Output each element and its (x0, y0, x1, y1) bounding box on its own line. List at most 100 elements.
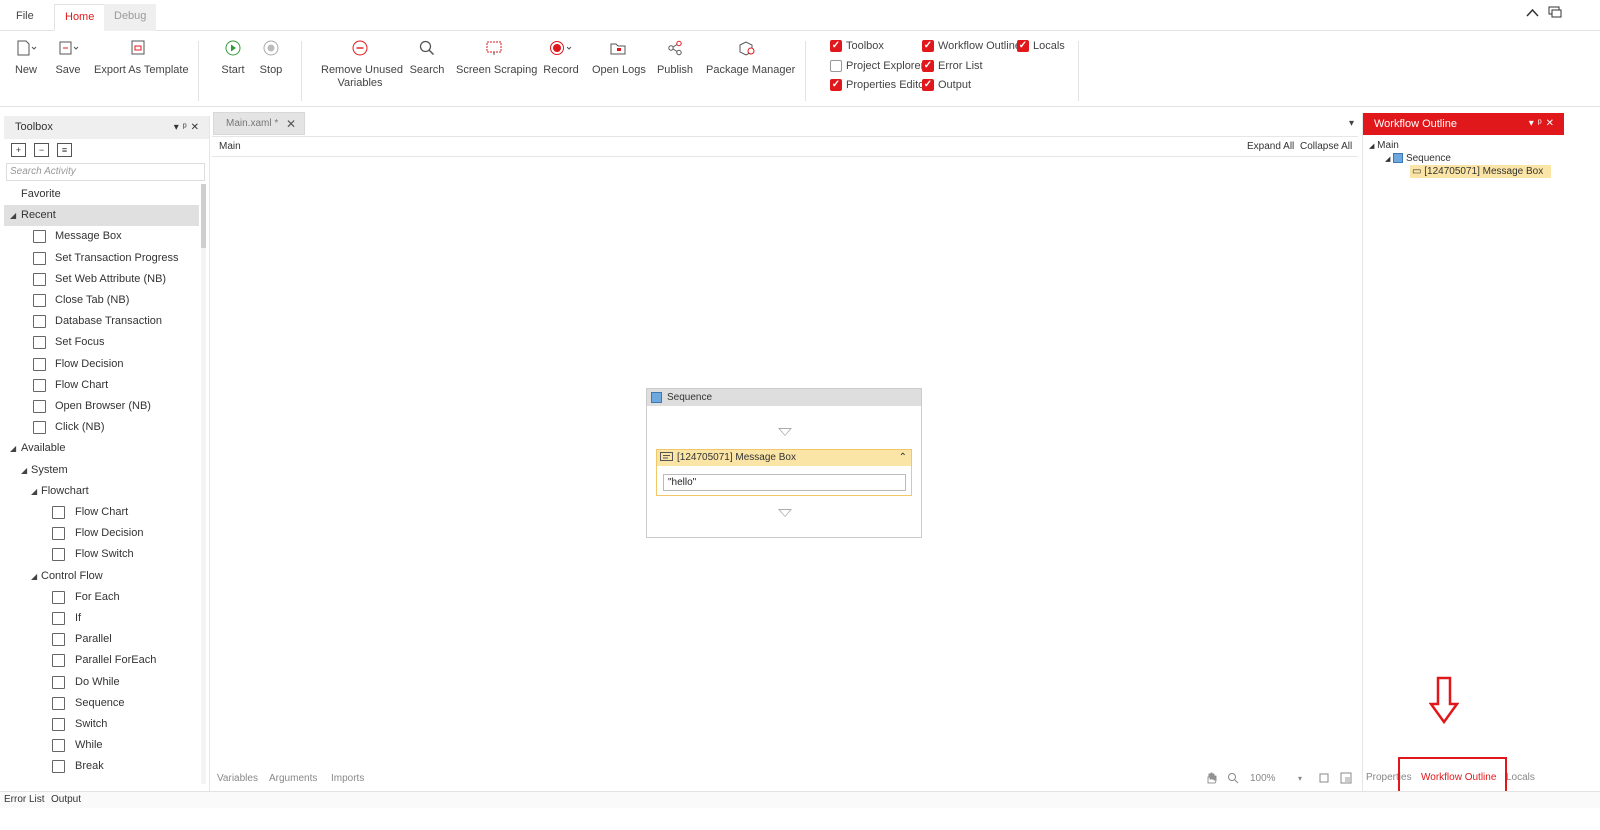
package-manager-button[interactable]: Package Manager (706, 37, 795, 77)
tree-item-control-flow-activity[interactable]: Do While (4, 672, 199, 693)
expand-all-link[interactable]: Expand All (1247, 137, 1294, 157)
toolbox-scrollbar[interactable] (201, 184, 206, 784)
tree-item-flowchart-activity[interactable]: Flow Decision (4, 523, 199, 544)
tab-file[interactable]: File (6, 4, 44, 31)
record-button[interactable]: Record (543, 37, 579, 77)
tab-home[interactable]: Home (54, 4, 106, 31)
expand-triangle-icon[interactable]: ◢ (31, 481, 37, 502)
tree-item-control-flow-activity[interactable]: While (4, 735, 199, 756)
fit-to-screen-icon[interactable] (1318, 768, 1330, 790)
zoom-icon[interactable] (1227, 768, 1239, 790)
tree-item-recent[interactable]: ◢ Recent (4, 205, 199, 227)
hand-pan-icon[interactable] (1205, 768, 1217, 790)
remove-unused-variables-button[interactable]: Remove Unused Variables (321, 37, 403, 90)
drop-target-arrow-icon[interactable] (778, 428, 792, 436)
tree-item-recent-activity[interactable]: Flow Decision (4, 354, 199, 375)
output-tab[interactable]: Output (51, 792, 81, 808)
pin-icon[interactable]: ᵖ (183, 122, 191, 133)
variables-tab[interactable]: Variables (217, 768, 258, 790)
tree-item-control-flow-activity[interactable]: Parallel (4, 629, 199, 650)
message-box-header[interactable]: [124705071] Message Box ⌃ (657, 450, 911, 466)
tree-item-recent-activity[interactable]: Click (NB) (4, 417, 199, 438)
dropdown-icon[interactable]: ▾ (1529, 118, 1538, 129)
sequence-activity[interactable]: Sequence [124705071] Message Box ⌃ "hell… (646, 388, 922, 538)
outline-item-main[interactable]: ◢ Main (1369, 139, 1399, 152)
tree-item-recent-activity[interactable]: Set Transaction Progress (4, 248, 199, 269)
tree-item-recent-activity[interactable]: Flow Chart (4, 375, 199, 396)
tree-item-flowchart[interactable]: ◢ Flowchart (4, 481, 199, 502)
search-button[interactable]: Search (409, 37, 445, 77)
toolbox-checkbox[interactable]: Toolbox (830, 40, 884, 52)
expand-triangle-icon[interactable]: ◢ (1385, 156, 1390, 163)
breadcrumb[interactable]: Main (219, 137, 241, 157)
dropdown-icon[interactable]: ▾ (174, 122, 183, 133)
tree-item-control-flow-activity[interactable]: If (4, 608, 199, 629)
chevron-up-icon[interactable] (1526, 6, 1539, 21)
zoom-dropdown-icon[interactable]: ▾ (1298, 768, 1302, 790)
locals-checkbox[interactable]: Locals (1017, 40, 1065, 52)
screen-scraping-button[interactable]: Screen Scraping (456, 37, 537, 77)
tree-item-recent-activity[interactable]: Set Web Attribute (NB) (4, 269, 199, 290)
collapse-all-icon[interactable]: − (34, 143, 49, 157)
expand-all-icon[interactable]: + (11, 143, 26, 157)
error-list-checkbox[interactable]: Error List (922, 60, 983, 72)
collapse-all-link[interactable]: Collapse All (1300, 137, 1352, 157)
publish-button[interactable]: Publish (656, 37, 694, 77)
list-view-icon[interactable]: ≡ (57, 143, 72, 157)
tree-item-recent-activity[interactable]: Database Transaction (4, 311, 199, 332)
expand-triangle-icon[interactable]: ◢ (31, 566, 37, 587)
properties-editor-checkbox[interactable]: Properties Editor (830, 79, 928, 91)
sequence-header[interactable]: Sequence (647, 389, 921, 406)
zoom-level[interactable]: 100% (1250, 768, 1276, 790)
message-text-input[interactable]: "hello" (663, 474, 906, 491)
tree-item-system[interactable]: ◢ System (4, 460, 199, 481)
feedback-icon[interactable] (1548, 6, 1562, 22)
stop-button[interactable]: Stop (256, 37, 286, 77)
expand-triangle-icon[interactable]: ◢ (10, 205, 16, 226)
output-checkbox[interactable]: Output (922, 79, 971, 91)
tree-item-flowchart-activity[interactable]: Flow Switch (4, 544, 199, 565)
tree-item-recent-activity[interactable]: Message Box (4, 226, 199, 247)
workflow-outline-checkbox[interactable]: Workflow Outline (922, 40, 1021, 52)
outline-item-sequence[interactable]: ◢ Sequence (1385, 152, 1451, 165)
error-list-tab[interactable]: Error List (4, 792, 45, 808)
project-explorer-checkbox[interactable]: Project Explorer (830, 60, 924, 72)
pin-icon[interactable]: ᵖ (1538, 118, 1546, 129)
document-tab[interactable]: Main.xaml * ✕ (213, 112, 305, 135)
expand-triangle-icon[interactable]: ◢ (21, 460, 27, 481)
export-template-button[interactable]: Export As Template (94, 37, 189, 77)
arguments-tab[interactable]: Arguments (269, 768, 317, 790)
search-activity-input[interactable]: Search Activity (6, 163, 205, 181)
tree-item-recent-activity[interactable]: Close Tab (NB) (4, 290, 199, 311)
expand-triangle-icon[interactable]: ◢ (1369, 143, 1374, 150)
tree-item-control-flow-activity[interactable]: Break (4, 756, 199, 777)
overview-icon[interactable] (1340, 768, 1352, 790)
collapse-chevron-icon[interactable]: ⌃ (899, 450, 907, 466)
outline-item-message-box[interactable]: ▭ [124705071] Message Box (1410, 165, 1552, 178)
tree-item-available[interactable]: ◢ Available (4, 438, 199, 459)
tree-item-control-flow-activity[interactable]: Switch (4, 714, 199, 735)
tree-item-control-flow-activity[interactable]: Parallel ForEach (4, 650, 199, 671)
tree-item-control-flow-activity[interactable]: Sequence (4, 693, 199, 714)
tree-item-flowchart-activity[interactable]: Flow Chart (4, 502, 199, 523)
tree-item-control-flow[interactable]: ◢ Control Flow (4, 566, 199, 587)
start-button[interactable]: Start (218, 37, 248, 77)
tab-list-dropdown-icon[interactable]: ▾ (1349, 118, 1354, 129)
drop-target-arrow-icon[interactable] (778, 509, 792, 517)
expand-triangle-icon[interactable]: ◢ (10, 438, 16, 459)
tab-locals[interactable]: Locals (1506, 772, 1535, 783)
imports-tab[interactable]: Imports (331, 768, 364, 790)
tree-item-recent-activity[interactable]: Open Browser (NB) (4, 396, 199, 417)
save-button[interactable]: Save (52, 37, 84, 77)
close-tab-icon[interactable]: ✕ (286, 113, 296, 135)
open-logs-button[interactable]: Open Logs (592, 37, 646, 77)
tree-item-recent-activity[interactable]: Set Focus (4, 332, 199, 353)
tab-debug[interactable]: Debug (104, 4, 157, 31)
tree-item-control-flow-activity[interactable]: For Each (4, 587, 199, 608)
close-icon[interactable]: ✕ (191, 122, 203, 133)
close-icon[interactable]: ✕ (1546, 118, 1558, 129)
scrollbar-thumb[interactable] (201, 184, 206, 248)
message-box-activity[interactable]: [124705071] Message Box ⌃ "hello" (656, 449, 912, 496)
tree-item-favorite[interactable]: Favorite (4, 184, 199, 205)
new-button[interactable]: New (10, 37, 42, 77)
